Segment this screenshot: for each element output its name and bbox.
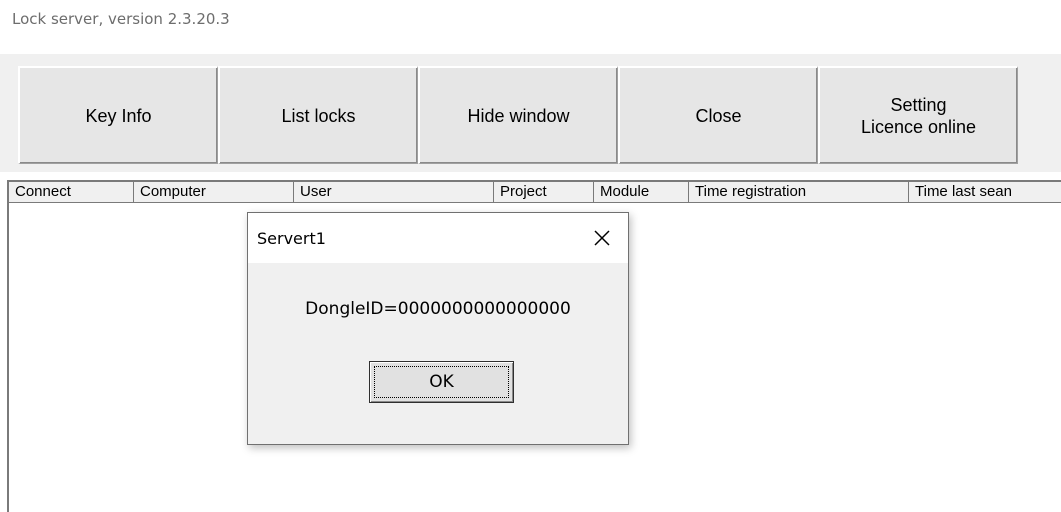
window-title: Lock server, version 2.3.20.3 <box>12 10 230 28</box>
setting-label-line2: Licence online <box>860 116 977 137</box>
setting-label-line1: Setting <box>890 94 947 115</box>
close-button[interactable]: Close <box>618 66 818 164</box>
dialog-message: DongleID=0000000000000000 <box>305 299 571 319</box>
ok-button[interactable]: OK <box>369 361 514 403</box>
message-dialog: Servert1 DongleID=0000000000000000 OK <box>247 212 629 445</box>
focus-rectangle <box>374 366 509 398</box>
dialog-title-bar: Servert1 <box>248 213 628 263</box>
column-header-time-last-seen[interactable]: Time last sean <box>909 182 1061 203</box>
column-header-time-registration[interactable]: Time registration <box>689 182 909 203</box>
list-locks-button[interactable]: List locks <box>218 66 418 164</box>
column-header-computer[interactable]: Computer <box>134 182 294 203</box>
hide-window-button[interactable]: Hide window <box>418 66 618 164</box>
toolbar: Key Info List locks Hide window Close Se… <box>0 54 1061 172</box>
column-header-module[interactable]: Module <box>594 182 689 203</box>
column-header-project[interactable]: Project <box>494 182 594 203</box>
column-header-user[interactable]: User <box>294 182 494 203</box>
key-info-button[interactable]: Key Info <box>18 66 218 164</box>
dialog-title: Servert1 <box>257 229 326 248</box>
column-header-connect[interactable]: Connect <box>9 182 134 203</box>
setting-licence-online-button[interactable]: Setting Licence online <box>818 66 1018 164</box>
close-icon[interactable] <box>590 226 614 250</box>
